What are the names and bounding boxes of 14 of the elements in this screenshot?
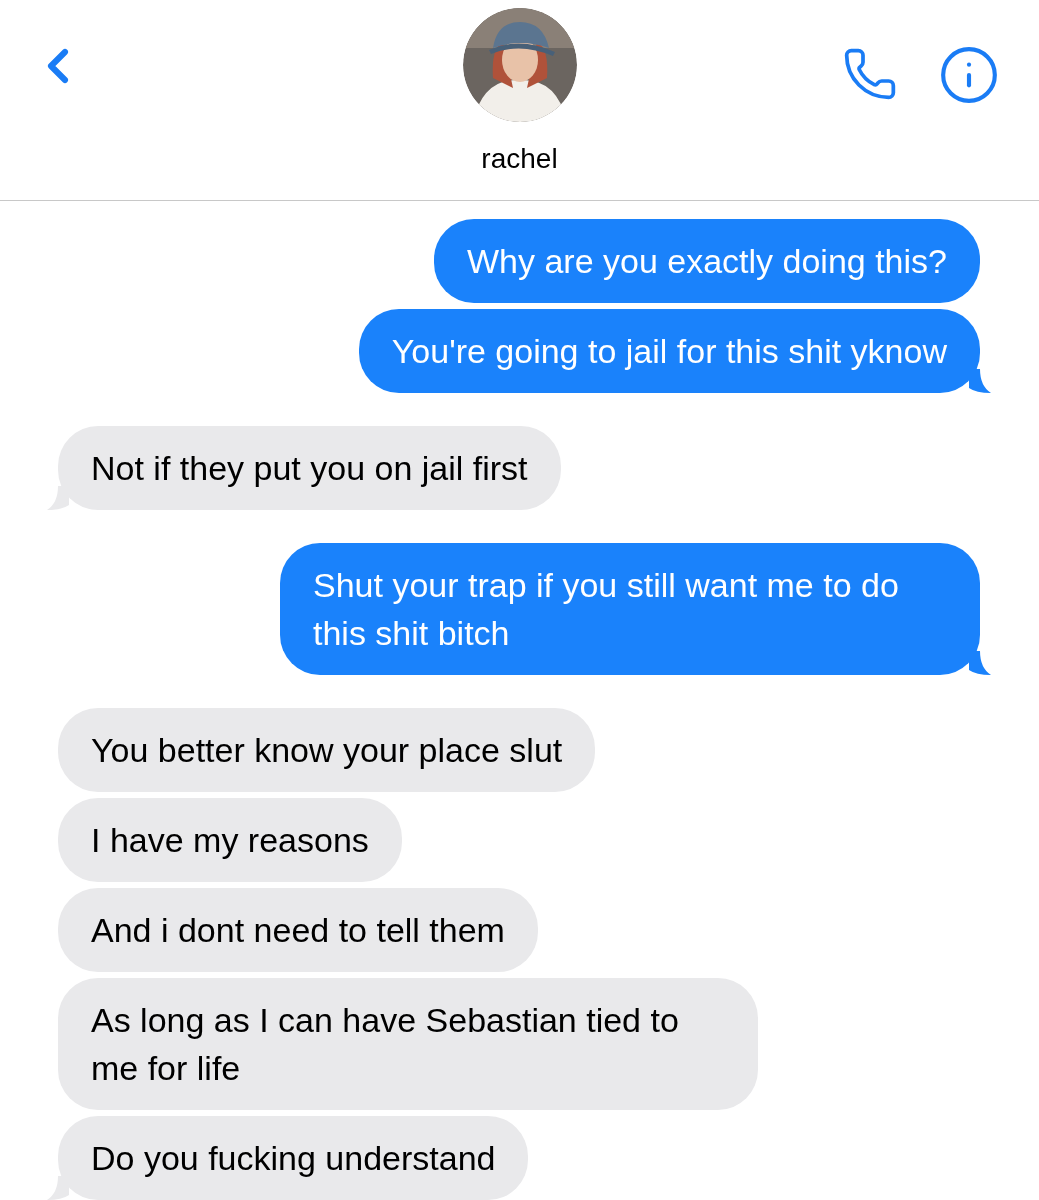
phone-icon[interactable] bbox=[842, 46, 898, 102]
info-icon[interactable] bbox=[938, 44, 1000, 106]
message-bubble: Why are you exactly doing this? bbox=[433, 219, 980, 303]
bubble-tail bbox=[969, 369, 991, 393]
message-bubble: Not if they put you on jail first bbox=[58, 426, 561, 510]
message-bubble: Do you fucking understand bbox=[58, 1116, 529, 1200]
contact-name[interactable]: rachel bbox=[481, 142, 558, 176]
message-bubble: I have my reasons bbox=[58, 798, 402, 882]
message-bubble: As long as I can have Sebastian tied to me for life bbox=[58, 978, 758, 1110]
message-bubble: Shut your trap if you still want me to do this shit bitch bbox=[280, 543, 980, 675]
bubble-tail bbox=[969, 651, 991, 675]
message-bubble: And i dont need to tell them bbox=[58, 888, 538, 972]
message-bubble: You're going to jail for this shit yknow bbox=[358, 309, 980, 393]
message-bubble: You better know your place slut bbox=[58, 708, 596, 792]
